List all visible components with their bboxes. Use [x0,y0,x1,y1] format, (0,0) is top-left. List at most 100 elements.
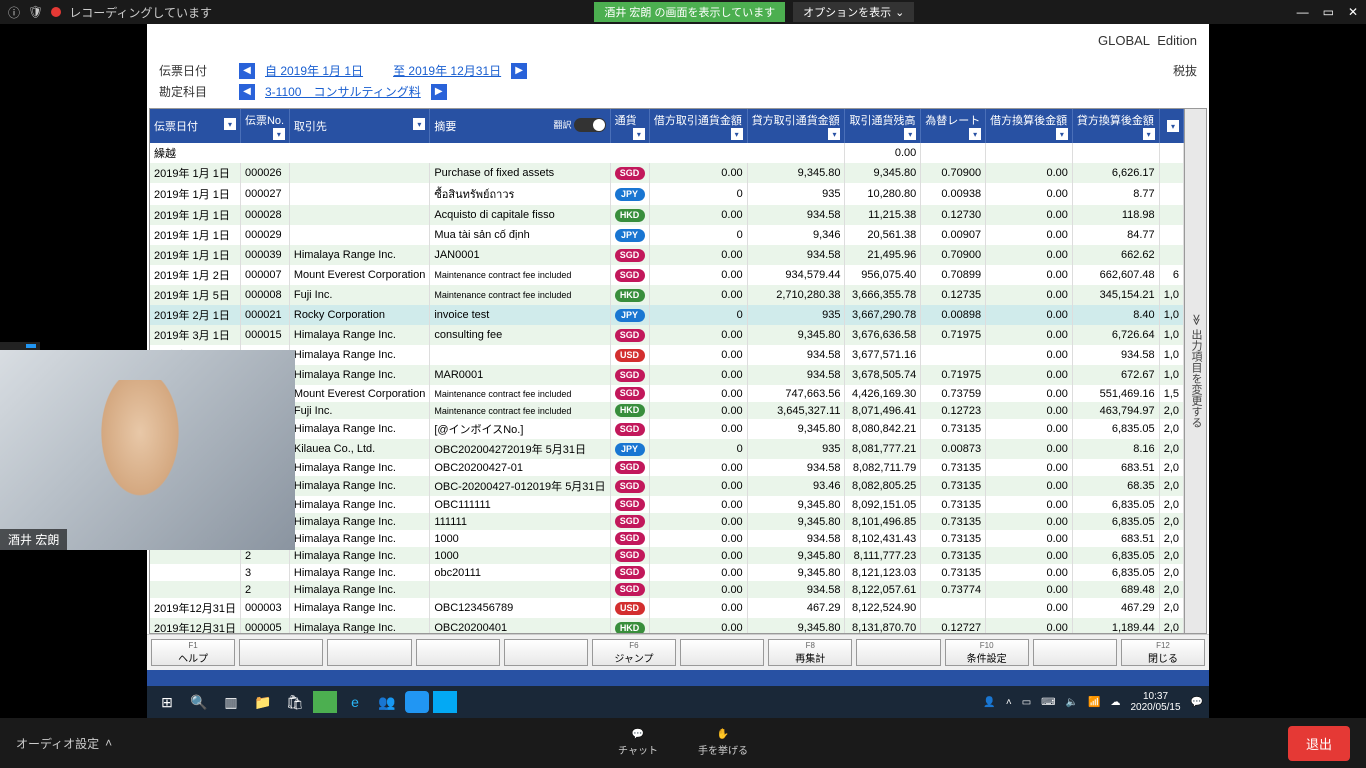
zoom-icon[interactable] [405,691,429,713]
app2-icon[interactable] [433,691,457,713]
col-header[interactable]: 摘要翻訳 [430,109,610,143]
table-row[interactable]: 2019年 1月 1日000026Purchase of fixed asset… [150,163,1184,183]
close-icon[interactable]: ✕ [1348,5,1358,19]
table-row[interactable]: 2Mount Everest CorporationMaintenance co… [150,385,1184,402]
info-icon[interactable]: ⓘ [8,4,20,21]
maximize-icon[interactable]: ▭ [1323,5,1334,19]
minimize-icon[interactable]: ― [1297,5,1309,19]
app-header: GLOBAL Edition [147,24,1209,56]
col-header[interactable]: 貸方取引通貨金額▾ [747,109,845,143]
filter-icon[interactable]: ▾ [1056,128,1068,140]
filter-icon[interactable]: ▾ [828,128,840,140]
col-header[interactable]: 為替レート▾ [921,109,986,143]
filter-icon[interactable]: ▾ [224,118,236,130]
filter-icon[interactable]: ▾ [969,128,981,140]
table-row[interactable]: 4Himalaya Range Inc.[@インボイスNo.]SGD0.009,… [150,419,1184,439]
tray-sound-icon[interactable]: 🔈 [1066,697,1078,708]
ie-icon[interactable]: e [341,690,369,714]
table-row[interactable]: 2019年 1月 5日000008Fuji Inc.Maintenance co… [150,285,1184,305]
col-header[interactable]: 伝票日付▾ [150,109,240,143]
tray-up-icon[interactable]: ˄ [1006,697,1012,708]
tray-people-icon[interactable]: 👤 [983,697,995,708]
record-icon [51,7,61,17]
date-next-button[interactable]: ▶ [511,63,527,79]
clock[interactable]: 10:372020/05/15 [1130,691,1180,713]
table-row[interactable]: 3Himalaya Range Inc.obc20111SGD0.009,345… [150,564,1184,581]
search-icon[interactable]: 🔍 [185,690,213,714]
col-header[interactable]: 借方取引通貨金額▾ [649,109,747,143]
table-row[interactable]: 2019年 1月 2日000007Mount Everest Corporati… [150,265,1184,285]
tray-keyboard-icon[interactable]: ⌨ [1041,697,1055,708]
table-row[interactable]: 5Kilauea Co., Ltd.OBC202004272019年 5月31日… [150,439,1184,459]
tray-cloud-icon[interactable]: ☁ [1110,697,1120,708]
currency-badge: SGD [615,387,645,400]
fn-button [239,639,323,666]
col-header[interactable]: 伝票No.▾ [240,109,289,143]
options-button[interactable]: オプションを表示⌄ [793,2,914,22]
table-row[interactable]: 0Himalaya Range Inc.111111SGD0.009,345.8… [150,513,1184,530]
tray-battery-icon[interactable]: ▭ [1022,697,1031,708]
fn-button[interactable]: F12閉じる [1121,639,1205,666]
exit-button[interactable]: 退出 [1288,726,1350,761]
currency-badge: SGD [615,515,645,528]
fn-button[interactable]: F1ヘルプ [151,639,235,666]
table-row[interactable]: 2019年 3月 1日000017Himalaya Range Inc.MAR0… [150,365,1184,385]
table-row[interactable]: 2019年 3月 1日000015Himalaya Range Inc.cons… [150,325,1184,345]
col-header[interactable]: 通貨▾ [610,109,649,143]
fn-button[interactable]: F6ジャンプ [592,639,676,666]
tray-notif-icon[interactable]: 💬 [1191,697,1203,708]
table-row[interactable]: 2019年12月31日000003Himalaya Range Inc.OBC1… [150,598,1184,618]
account-link[interactable]: 3-1100 コンサルティング料 [265,83,421,100]
table-row[interactable]: 2019年 2月 1日000021Rocky Corporationinvoic… [150,305,1184,325]
taskview-icon[interactable]: ▥ [217,690,245,714]
date-to-link[interactable]: 至 2019年 12月31日 [393,62,501,79]
col-header[interactable]: 取引先▾ [289,109,429,143]
translate-toggle[interactable] [574,118,606,132]
table-row[interactable]: 6Himalaya Range Inc.OBC20200427-01SGD0.0… [150,459,1184,476]
account-prev-button[interactable]: ◀ [239,84,255,100]
table-row[interactable]: 2019年 1月 1日000029Mua tài sản cố địnhJPY0… [150,225,1184,245]
filter-icon[interactable]: ▾ [731,128,743,140]
filter-icon[interactable]: ▾ [1167,120,1179,132]
filter-icon[interactable]: ▾ [633,128,645,140]
table-row[interactable]: 2Fuji Inc.Maintenance contract fee inclu… [150,402,1184,419]
table-row[interactable]: 9Himalaya Range Inc.OBC111111SGD0.009,34… [150,496,1184,513]
fn-button[interactable]: F8再集計 [768,639,852,666]
audio-settings-button[interactable]: オーディオ設定˄ [16,735,112,752]
explorer-icon[interactable]: 📁 [249,690,277,714]
fn-button [327,639,411,666]
table-row[interactable]: 2019年 1月 1日000039Himalaya Range Inc.JAN0… [150,245,1184,265]
col-header[interactable]: 借方換算後金額▾ [986,109,1073,143]
participant-video[interactable]: 酒井 宏朗 [0,350,295,550]
table-row[interactable]: 2019年 1月 1日000027ซื้อสินทรัพย์ถาวรJPY093… [150,183,1184,205]
shield-icon[interactable]: 🛡 [28,5,43,19]
col-header[interactable]: 取引通貨残高▾ [845,109,921,143]
col-header[interactable]: ▾ [1159,109,1183,143]
tray-wifi-icon[interactable]: 📶 [1088,697,1100,708]
table-row[interactable]: 2Himalaya Range Inc.SGD0.00934.588,122,0… [150,581,1184,598]
store-icon[interactable]: 🛍 [281,690,309,714]
filter-icon[interactable]: ▾ [413,118,425,130]
side-panel-toggle[interactable]: ≫ 出力項目を変更する [1185,108,1207,634]
table-row[interactable]: 8Himalaya Range Inc.OBC-20200427-012019年… [150,476,1184,496]
account-next-button[interactable]: ▶ [431,84,447,100]
table-row[interactable]: 2Himalaya Range Inc.1000SGD0.009,345.808… [150,547,1184,564]
filter-icon[interactable]: ▾ [273,128,285,140]
table-row[interactable]: 2019年 3月 1日000016Himalaya Range Inc.USD0… [150,345,1184,365]
ledger-grid[interactable]: 伝票日付▾伝票No.▾取引先▾摘要翻訳通貨▾借方取引通貨金額▾貸方取引通貨金額▾… [149,108,1185,634]
table-row[interactable]: 1Himalaya Range Inc.1000SGD0.00934.588,1… [150,530,1184,547]
col-header[interactable]: 貸方換算後金額▾ [1072,109,1159,143]
statusbar [147,670,1209,686]
date-prev-button[interactable]: ◀ [239,63,255,79]
teams-icon[interactable]: 👥 [373,690,401,714]
fn-button[interactable]: F10条件設定 [945,639,1029,666]
start-button[interactable]: ⊞ [153,690,181,714]
date-from-link[interactable]: 自 2019年 1月 1日 [265,62,363,79]
filter-icon[interactable]: ▾ [904,128,916,140]
filter-icon[interactable]: ▾ [1143,128,1155,140]
app-icon[interactable] [313,691,337,713]
table-row[interactable]: 2019年 1月 1日000028Acquisto di capitale fi… [150,205,1184,225]
raise-hand-button[interactable]: ✋手を挙げる [698,729,748,757]
chat-button[interactable]: 💬チャット [618,729,658,757]
table-row[interactable]: 2019年12月31日000005Himalaya Range Inc.OBC2… [150,618,1184,634]
